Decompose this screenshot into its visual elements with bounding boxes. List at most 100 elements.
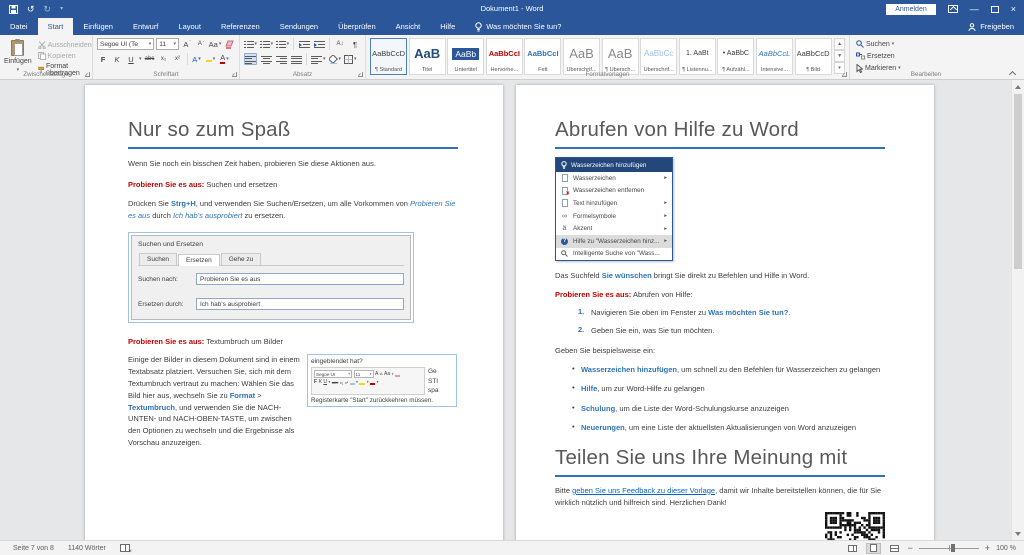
text-effects-button[interactable]: A▾ bbox=[191, 53, 203, 65]
subscript-button[interactable]: x₂ bbox=[158, 53, 170, 65]
zoom-slider-thumb[interactable] bbox=[951, 544, 955, 552]
superscript-button[interactable]: x² bbox=[172, 53, 184, 65]
minimize-button[interactable]: — bbox=[970, 5, 979, 14]
font-color-button[interactable]: A▾ bbox=[219, 53, 231, 65]
submenu-arrow-icon: ▸ bbox=[664, 200, 667, 206]
change-case-button[interactable]: Aa▾ bbox=[209, 38, 221, 50]
style-aufzaehlung[interactable]: • AaBbC¶ Aufzähl... bbox=[717, 38, 754, 75]
tab-hilfe[interactable]: Hilfe bbox=[430, 18, 465, 35]
increase-indent-button[interactable] bbox=[313, 38, 325, 50]
style-listennummer[interactable]: 1. AaBt¶ Listennu... bbox=[679, 38, 716, 75]
page-right[interactable]: Abrufen von Hilfe zu Word Wasserzeichen … bbox=[516, 85, 934, 540]
tab-ansicht[interactable]: Ansicht bbox=[386, 18, 431, 35]
font-size-combo[interactable]: 11▾ bbox=[156, 38, 179, 50]
italic-button[interactable]: K bbox=[111, 53, 123, 65]
multilevel-list-button[interactable]: ▾ bbox=[276, 38, 289, 50]
tab-datei[interactable]: Datei bbox=[0, 18, 38, 35]
page-indicator[interactable]: Seite 7 von 8 bbox=[13, 545, 54, 552]
copy-button[interactable]: Kopieren bbox=[36, 51, 94, 61]
style-ueberschrift3[interactable]: AaBbCcÜberschrif... bbox=[640, 38, 677, 75]
tell-me-box[interactable]: Was möchten Sie tun? bbox=[465, 18, 571, 35]
collapse-ribbon-icon[interactable] bbox=[1010, 70, 1016, 76]
style-hervorhebung[interactable]: AaBbCcIHervorhe... bbox=[486, 38, 523, 75]
sign-in-button[interactable]: Anmelden bbox=[886, 4, 936, 15]
restore-button[interactable] bbox=[991, 6, 999, 13]
highlight-button[interactable]: ▾ bbox=[205, 53, 217, 65]
style-standard[interactable]: AaBbCcD¶ Standard bbox=[370, 38, 407, 75]
bullets-button[interactable]: ▾ bbox=[244, 38, 257, 50]
tab-referenzen[interactable]: Referenzen bbox=[211, 18, 270, 35]
font-dialog-launcher-icon[interactable] bbox=[232, 72, 237, 77]
scrollbar-thumb[interactable] bbox=[1014, 94, 1022, 269]
submenu-arrow-icon: ▸ bbox=[664, 238, 667, 244]
show-paragraph-marks-button[interactable]: ¶ bbox=[349, 38, 361, 50]
find-replace-screenshot[interactable]: Suchen und Ersetzen Suchen Ersetzen Gehe… bbox=[128, 232, 414, 323]
vertical-scrollbar[interactable] bbox=[1011, 80, 1024, 540]
shading-button[interactable]: ▾ bbox=[329, 53, 342, 65]
sort-button[interactable]: A↓ bbox=[334, 38, 346, 50]
styles-scroll-up-icon[interactable]: ▲ bbox=[834, 38, 845, 50]
align-left-button[interactable] bbox=[244, 53, 257, 65]
zoom-out-button[interactable]: − bbox=[908, 544, 913, 553]
menu-item-wasserzeichen-entfernen: Wasserzeichen entfernen bbox=[556, 185, 672, 198]
tab-start[interactable]: Start bbox=[38, 18, 74, 35]
close-button[interactable]: × bbox=[1011, 5, 1016, 14]
strikethrough-button[interactable]: abc bbox=[144, 53, 156, 65]
word-count[interactable]: 1140 Wörter bbox=[68, 545, 106, 552]
justify-button[interactable] bbox=[290, 53, 302, 65]
styles-dialog-launcher-icon[interactable] bbox=[842, 72, 847, 77]
web-layout-button[interactable] bbox=[887, 543, 902, 554]
clear-formatting-button[interactable] bbox=[223, 38, 235, 50]
style-titel[interactable]: AaBTitel bbox=[409, 38, 446, 75]
style-intensiv[interactable]: AaBbCcLIntensive... bbox=[756, 38, 793, 75]
styles-scroll-down-icon[interactable]: ▼ bbox=[834, 50, 845, 62]
decrease-indent-button[interactable] bbox=[298, 38, 310, 50]
read-mode-button[interactable] bbox=[845, 543, 860, 554]
lightbulb-icon bbox=[561, 161, 567, 169]
zoom-in-button[interactable]: + bbox=[985, 544, 990, 553]
cut-button[interactable]: Ausschneiden bbox=[36, 40, 94, 50]
borders-button[interactable]: ▾ bbox=[344, 53, 357, 65]
chevron-down-icon: ▾ bbox=[139, 56, 142, 62]
mini-ribbon-screenshot[interactable]: eingeblendet hat? Segoe UI▾ 11▾ AAAa▾ FK… bbox=[307, 354, 457, 407]
style-ueberschrift2[interactable]: AaB¶ Übersch... bbox=[602, 38, 639, 75]
clipboard-dialog-launcher-icon[interactable] bbox=[85, 72, 90, 77]
window-title: Dokument1 - Word bbox=[0, 0, 1024, 18]
tab-entwurf[interactable]: Entwurf bbox=[123, 18, 168, 35]
tellme-menu-screenshot[interactable]: Wasserzeichen hinzufügen Wasserzeichen▸ … bbox=[555, 157, 673, 261]
numbering-button[interactable]: ▾ bbox=[260, 38, 273, 50]
line-spacing-button[interactable]: ▾ bbox=[311, 53, 326, 65]
paragraph-dialog-launcher-icon[interactable] bbox=[358, 72, 363, 77]
find-button[interactable]: Suchen▾ bbox=[854, 39, 998, 49]
style-ueberschrift1[interactable]: AaBÜberschrif... bbox=[563, 38, 600, 75]
grow-font-button[interactable]: Aˆ bbox=[181, 38, 193, 50]
undo-icon[interactable]: ↺ bbox=[27, 5, 35, 14]
underline-button[interactable]: U bbox=[125, 53, 137, 65]
redo-icon[interactable]: ↻ bbox=[44, 5, 52, 14]
save-icon[interactable] bbox=[9, 5, 18, 14]
scroll-down-icon[interactable] bbox=[1012, 527, 1024, 540]
bold-button[interactable]: F bbox=[97, 53, 109, 65]
page-left[interactable]: Nur so zum Spaß Wenn Sie noch ein bissch… bbox=[85, 85, 503, 540]
align-right-button[interactable] bbox=[275, 53, 287, 65]
style-bild[interactable]: AaBbCcD¶ Bild bbox=[795, 38, 832, 75]
scroll-up-icon[interactable] bbox=[1012, 80, 1024, 93]
zoom-level[interactable]: 100 % bbox=[996, 545, 1016, 552]
style-untertitel[interactable]: AaBbUntertitel bbox=[447, 38, 484, 75]
ribbon-display-options-icon[interactable] bbox=[948, 5, 958, 13]
customize-qat-icon[interactable]: ▾ bbox=[60, 6, 63, 12]
font-name-combo[interactable]: Segoe UI (Te▾ bbox=[97, 38, 154, 50]
tab-ueberpruefen[interactable]: Überprüfen bbox=[328, 18, 386, 35]
replace-button[interactable]: Ersetzen bbox=[854, 51, 998, 61]
feedback-link[interactable]: geben Sie uns Feedback zu dieser Vorlage bbox=[572, 486, 715, 495]
zoom-slider[interactable] bbox=[919, 548, 979, 549]
style-fett[interactable]: AaBbCcIFett bbox=[524, 38, 561, 75]
share-button[interactable]: Freigeben bbox=[958, 18, 1024, 35]
tab-layout[interactable]: Layout bbox=[168, 18, 211, 35]
proofing-icon[interactable] bbox=[120, 544, 130, 552]
tab-einfuegen[interactable]: Einfügen bbox=[73, 18, 123, 35]
print-layout-button[interactable] bbox=[866, 543, 881, 554]
tab-sendungen[interactable]: Sendungen bbox=[270, 18, 328, 35]
shrink-font-button[interactable]: Aˇ bbox=[195, 38, 207, 50]
align-center-button[interactable] bbox=[260, 53, 272, 65]
